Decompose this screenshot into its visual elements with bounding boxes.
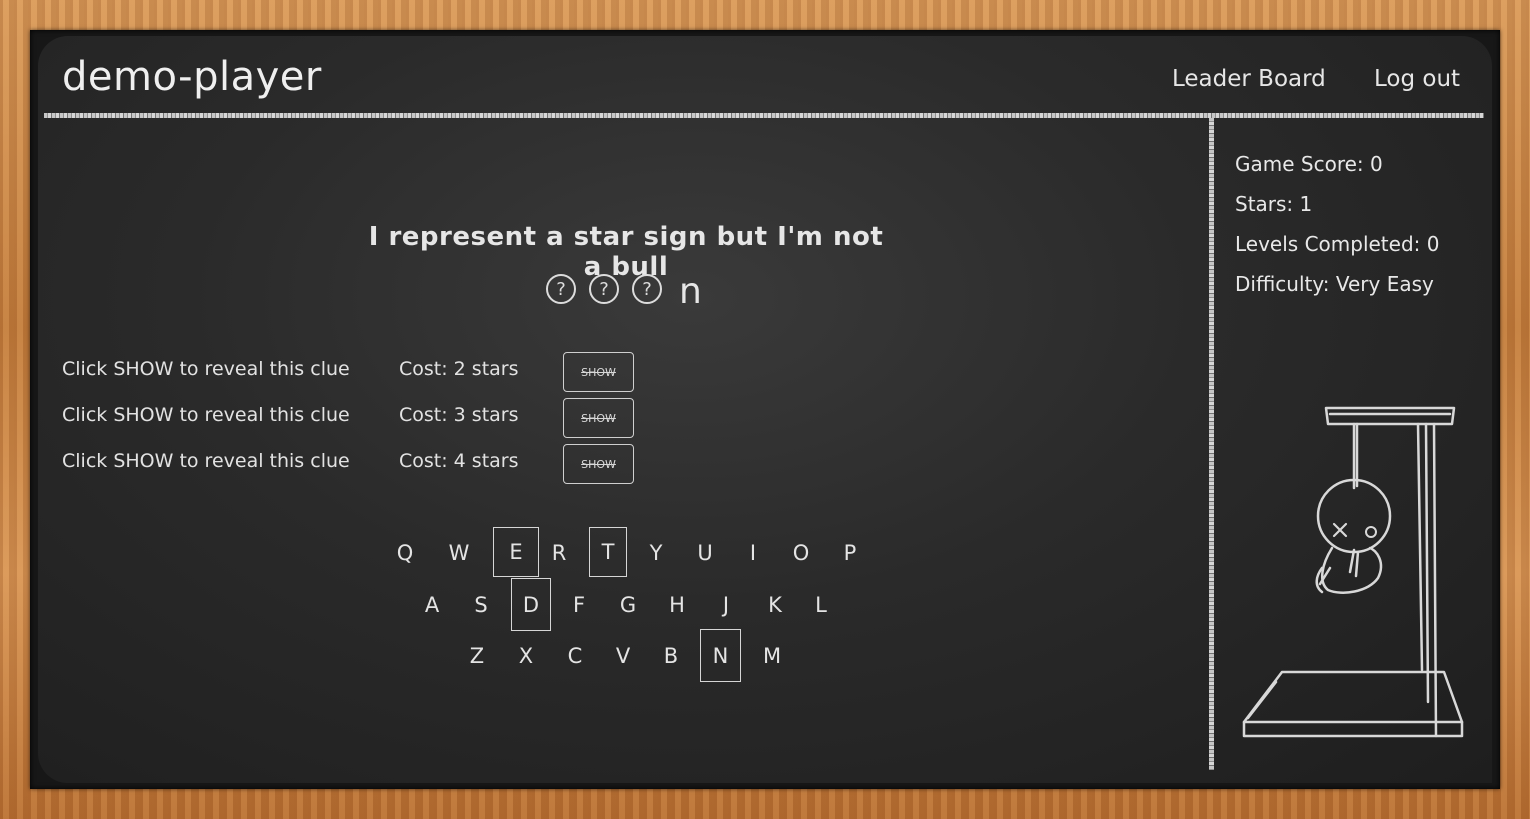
sidebar-chalk-divider	[1209, 118, 1214, 770]
show-hint-button[interactable]: SHOW	[563, 352, 634, 392]
key-v[interactable]: V	[600, 631, 646, 681]
key-d: D	[511, 578, 551, 631]
word-display: ? ? ? n	[546, 268, 702, 314]
chalkboard: demo-player Leader Board Log out Game Sc…	[38, 36, 1492, 783]
victim-head	[1316, 478, 1392, 554]
hint-text: Click SHOW to reveal this clue	[62, 450, 350, 472]
key-h[interactable]: H	[654, 580, 700, 630]
hint-cost: Cost: 2 stars	[399, 358, 519, 380]
hangman-gallows	[1242, 406, 1464, 738]
key-t: T	[589, 527, 627, 577]
key-a[interactable]: A	[409, 580, 455, 630]
key-o[interactable]: O	[778, 528, 824, 578]
logout-link[interactable]: Log out	[1374, 66, 1460, 92]
hint-text: Click SHOW to reveal this clue	[62, 404, 350, 426]
key-p[interactable]: P	[827, 528, 873, 578]
revealed-letter: n	[679, 271, 702, 312]
gallows-base	[1242, 670, 1464, 724]
hidden-letter-3: ?	[632, 274, 662, 304]
hidden-letter-1: ?	[546, 274, 576, 304]
player-name: demo-player	[62, 54, 322, 100]
gallows-post	[1416, 422, 1424, 672]
key-f[interactable]: F	[556, 580, 602, 630]
key-z[interactable]: Z	[454, 631, 500, 681]
key-y[interactable]: Y	[633, 528, 679, 578]
key-w[interactable]: W	[436, 528, 482, 578]
key-x[interactable]: X	[503, 631, 549, 681]
key-g[interactable]: G	[605, 580, 651, 630]
key-r[interactable]: R	[536, 528, 582, 578]
stars-count: Stars: 1	[1235, 192, 1313, 216]
hint-cost: Cost: 4 stars	[399, 450, 519, 472]
show-hint-button[interactable]: SHOW	[563, 398, 634, 438]
key-e: E	[493, 527, 539, 577]
key-i[interactable]: I	[730, 528, 776, 578]
key-s[interactable]: S	[458, 580, 504, 630]
header-chalk-divider	[44, 113, 1484, 118]
victim-body	[1320, 546, 1383, 594]
hint-cost: Cost: 3 stars	[399, 404, 519, 426]
key-q[interactable]: Q	[382, 528, 428, 578]
key-c[interactable]: C	[552, 631, 598, 681]
leaderboard-link[interactable]: Leader Board	[1172, 66, 1326, 92]
levels-completed: Levels Completed: 0	[1235, 232, 1440, 256]
key-u[interactable]: U	[682, 528, 728, 578]
key-k[interactable]: K	[752, 580, 798, 630]
key-n: N	[700, 629, 741, 682]
key-l[interactable]: L	[798, 580, 844, 630]
key-m[interactable]: M	[749, 631, 795, 681]
key-j[interactable]: J	[703, 580, 749, 630]
key-b[interactable]: B	[648, 631, 694, 681]
hint-text: Click SHOW to reveal this clue	[62, 358, 350, 380]
gallows-beam	[1324, 406, 1456, 426]
game-score: Game Score: 0	[1235, 152, 1383, 176]
hidden-letter-2: ?	[589, 274, 619, 304]
difficulty: Difficulty: Very Easy	[1235, 272, 1434, 296]
show-hint-button[interactable]: SHOW	[563, 444, 634, 484]
